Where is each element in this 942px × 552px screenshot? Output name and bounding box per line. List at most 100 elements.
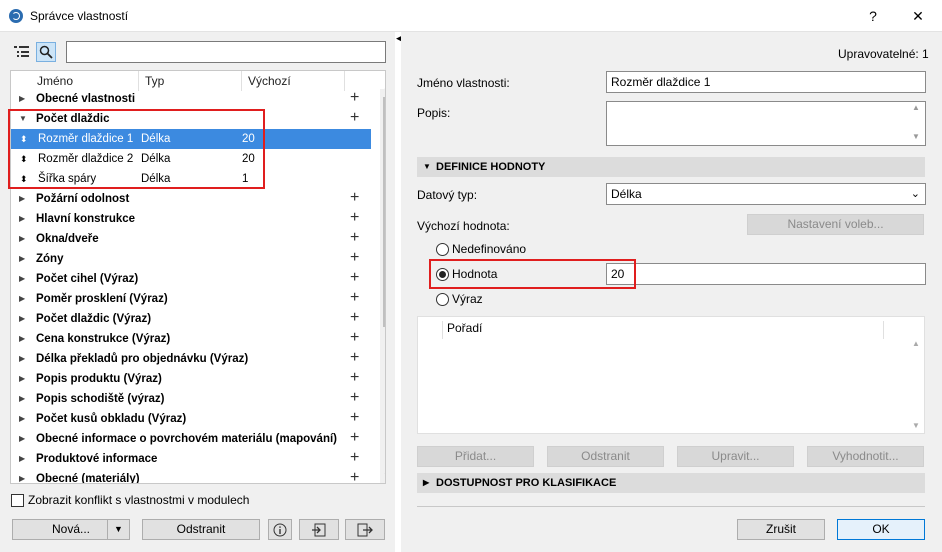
add-icon[interactable]: + (350, 89, 359, 107)
datatype-label: Datový typ: (417, 188, 478, 202)
add-icon[interactable]: + (350, 109, 359, 127)
add-button[interactable]: Přidat... (417, 446, 534, 467)
expand-icon[interactable]: ▶ (19, 209, 25, 229)
group-row[interactable]: ▶ Počet cihel (Výraz) + (11, 269, 371, 289)
property-name-label: Jméno vlastnosti: (417, 76, 510, 90)
import-icon (312, 523, 326, 537)
add-icon[interactable]: + (350, 269, 359, 287)
expand-icon[interactable]: ▶ (19, 449, 25, 469)
info-button[interactable] (268, 519, 292, 540)
add-icon[interactable]: + (350, 289, 359, 307)
evaluate-button[interactable]: Vyhodnotit... (807, 446, 924, 467)
conflict-checkbox-label: Zobrazit konflikt s vlastnostmi v module… (28, 493, 250, 507)
expand-icon[interactable]: ▶ (19, 429, 25, 449)
radio-undefined-label: Nedefinováno (452, 242, 527, 256)
add-icon[interactable]: + (350, 389, 359, 407)
add-icon[interactable]: + (350, 469, 359, 483)
export-button[interactable] (345, 519, 385, 540)
add-icon[interactable]: + (350, 329, 359, 347)
expand-icon[interactable]: ▶ (19, 229, 25, 249)
add-icon[interactable]: + (350, 209, 359, 227)
add-icon[interactable]: + (350, 369, 359, 387)
order-list: Pořadí ▲ ▼ (417, 316, 925, 434)
scroll-down-icon[interactable]: ▼ (912, 132, 920, 141)
property-name-field[interactable]: Rozměr dlaždice 1 (606, 71, 926, 93)
ok-button[interactable]: OK (837, 519, 925, 540)
group-row[interactable]: ▶ Požární odolnost + (11, 189, 371, 209)
add-icon[interactable]: + (350, 189, 359, 207)
group-row[interactable]: ▶ Počet dlaždic (Výraz) + (11, 309, 371, 329)
dropdown-arrow-icon[interactable]: ▼ (107, 520, 129, 539)
new-button[interactable]: Nová... ▼ (12, 519, 130, 540)
add-icon[interactable]: + (350, 429, 359, 447)
scroll-down-icon[interactable]: ▼ (912, 421, 920, 430)
group-row[interactable]: ▶ Délka překladů pro objednávku (Výraz) + (11, 349, 371, 369)
add-icon[interactable]: + (350, 449, 359, 467)
column-name[interactable]: Jméno (11, 71, 139, 91)
expand-icon[interactable]: ▶ (19, 289, 25, 309)
radio-undefined[interactable] (436, 243, 449, 256)
group-row[interactable]: ▶ Obecné informace o povrchovém materiálu… (11, 429, 371, 449)
expand-icon[interactable]: ▶ (19, 389, 25, 409)
expand-icon[interactable]: ▶ (19, 349, 25, 369)
add-icon[interactable]: + (350, 249, 359, 267)
editable-count: Upravovatelné: 1 (838, 47, 929, 61)
description-field[interactable] (606, 101, 926, 146)
scroll-up-icon[interactable]: ⌃ (383, 85, 385, 96)
column-default[interactable]: Výchozí (242, 71, 345, 91)
help-button[interactable]: ? (858, 4, 888, 28)
column-type[interactable]: Typ (139, 71, 242, 91)
window-title: Správce vlastností (30, 9, 129, 23)
expand-icon[interactable]: ▶ (19, 269, 25, 289)
add-icon[interactable]: + (350, 409, 359, 427)
expand-icon[interactable]: ▶ (19, 409, 25, 429)
scroll-down-icon[interactable]: ⌄ (383, 467, 385, 478)
expand-icon[interactable]: ▶ (19, 309, 25, 329)
expand-icon[interactable]: ▶ (19, 89, 25, 109)
search-icon[interactable] (36, 42, 56, 62)
value-definition-section[interactable]: ▼ DEFINICE HODNOTY (417, 157, 925, 177)
radio-expression-label: Výraz (452, 292, 483, 306)
group-row[interactable]: ▶ Popis schodiště (výraz) + (11, 389, 371, 409)
conflict-checkbox[interactable] (11, 494, 24, 507)
import-button[interactable] (299, 519, 339, 540)
scroll-up-icon[interactable]: ▲ (912, 339, 920, 348)
datatype-select[interactable]: Délka ⌄ (606, 183, 926, 205)
remove-button[interactable]: Odstranit (547, 446, 664, 467)
edit-button[interactable]: Upravit... (677, 446, 794, 467)
group-row[interactable]: ▶ Hlavní konstrukce + (11, 209, 371, 229)
expand-icon[interactable]: ▶ (19, 249, 25, 269)
search-input[interactable] (66, 41, 386, 63)
title-bar: Správce vlastností ? ✕ (0, 0, 942, 32)
collapse-icon: ▼ (423, 162, 431, 171)
scroll-thumb[interactable] (383, 97, 385, 327)
group-row[interactable]: ▶ Obecné vlastnosti + (11, 89, 371, 109)
classification-availability-section[interactable]: ▶ DOSTUPNOST PRO KLASIFIKACE (417, 473, 925, 493)
close-button[interactable]: ✕ (903, 4, 933, 28)
radio-expression[interactable] (436, 293, 449, 306)
tree-view-icon[interactable] (12, 42, 32, 62)
value-input[interactable]: 20 (606, 263, 926, 285)
group-row[interactable]: ▶ Produktové informace + (11, 449, 371, 469)
scroll-up-icon[interactable]: ▲ (912, 103, 920, 112)
group-row[interactable]: ▶ Zóny + (11, 249, 371, 269)
add-icon[interactable]: + (350, 229, 359, 247)
order-column-header[interactable]: Pořadí (442, 321, 884, 339)
group-row[interactable]: ▶ Popis produktu (Výraz) + (11, 369, 371, 389)
expand-icon[interactable]: ▶ (19, 369, 25, 389)
group-row[interactable]: ▶ Poměr prosklení (Výraz) + (11, 289, 371, 309)
cancel-button[interactable]: Zrušit (737, 519, 825, 540)
add-icon[interactable]: + (350, 349, 359, 367)
expand-icon[interactable]: ▶ (19, 469, 25, 483)
highlight-box (8, 109, 265, 189)
options-settings-button[interactable]: Nastavení voleb... (747, 214, 924, 235)
group-row[interactable]: ▶ Počet kusů obkladu (Výraz) + (11, 409, 371, 429)
expand-icon[interactable]: ▶ (19, 189, 25, 209)
group-row[interactable]: ▶ Okna/dveře + (11, 229, 371, 249)
list-scrollbar[interactable]: ⌃ ⌄ (380, 85, 385, 483)
group-row[interactable]: ▶ Obecné (materiály) + (11, 469, 371, 483)
group-row[interactable]: ▶ Cena konstrukce (Výraz) + (11, 329, 371, 349)
expand-icon[interactable]: ▶ (19, 329, 25, 349)
delete-property-button[interactable]: Odstranit (142, 519, 260, 540)
add-icon[interactable]: + (350, 309, 359, 327)
